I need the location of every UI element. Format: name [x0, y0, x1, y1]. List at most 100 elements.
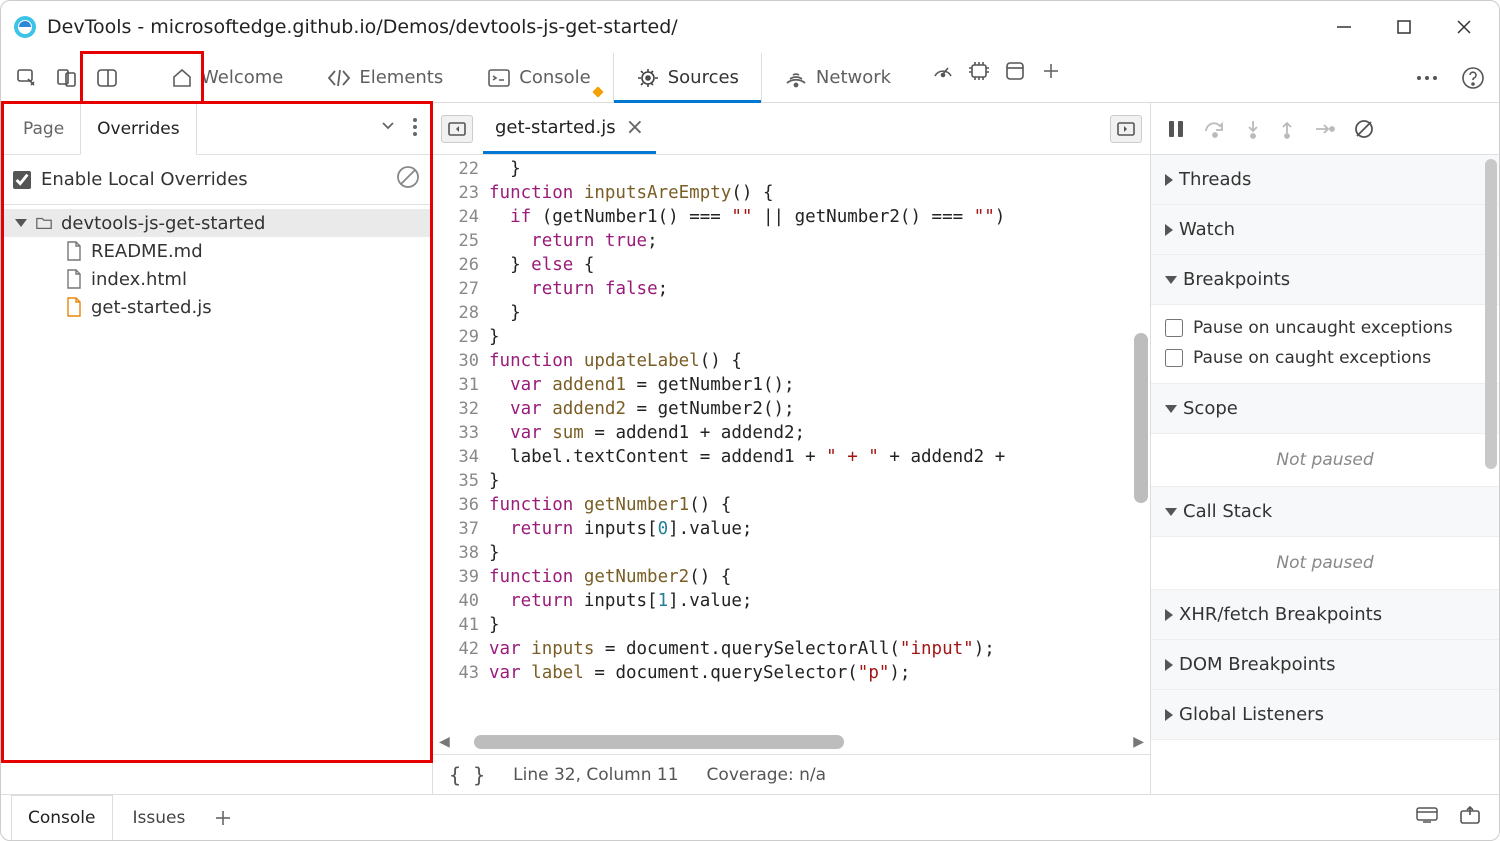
cursor-position: Line 32, Column 11 — [513, 765, 678, 785]
tree-file-index[interactable]: index.html — [1, 265, 432, 293]
tab-console[interactable]: Console — [465, 53, 612, 102]
tree-folder[interactable]: devtools-js-get-started — [1, 209, 432, 237]
step-out-icon[interactable] — [1279, 119, 1295, 139]
tab-elements-label: Elements — [359, 67, 443, 88]
debugger-toolbar — [1151, 103, 1499, 155]
section-threads[interactable]: Threads — [1151, 155, 1499, 205]
editor-tab-label: get-started.js — [495, 117, 616, 138]
tab-overrides[interactable]: Overrides — [80, 104, 196, 155]
section-xhr[interactable]: XHR/fetch Breakpoints — [1151, 590, 1499, 640]
device-toggle-icon[interactable] — [49, 60, 85, 96]
pause-caught-row[interactable]: Pause on caught exceptions — [1163, 343, 1487, 373]
application-icon[interactable] — [997, 53, 1033, 89]
deactivate-breakpoints-icon[interactable] — [1353, 118, 1375, 140]
editor-pane: get-started.js × 22 23 24 25 26 27 28 29… — [433, 103, 1151, 794]
folder-icon — [35, 212, 53, 234]
clear-overrides-icon[interactable] — [396, 165, 420, 194]
tree-file-readme[interactable]: README.md — [1, 237, 432, 265]
pretty-print-icon[interactable]: { } — [449, 763, 485, 787]
section-scope[interactable]: Scope — [1151, 384, 1499, 434]
toggle-navigator-icon[interactable] — [441, 115, 473, 143]
tab-console-label: Console — [519, 67, 590, 88]
navigator-sidebar: Page Overrides Enable Local Overrides de… — [1, 103, 433, 794]
debugger-scrollbar[interactable] — [1485, 159, 1497, 469]
line-gutter: 22 23 24 25 26 27 28 29 30 31 32 33 34 3… — [433, 155, 489, 730]
main-toolbar: Welcome Elements Console Sources Network — [1, 53, 1499, 103]
tab-network-label: Network — [816, 67, 891, 88]
caret-down-icon — [15, 219, 27, 227]
toggle-debugger-icon[interactable] — [1110, 115, 1142, 143]
step-over-icon[interactable] — [1203, 119, 1227, 139]
tab-sources[interactable]: Sources — [613, 53, 762, 102]
editor-tab-getstarted[interactable]: get-started.js × — [483, 103, 656, 154]
edge-devtools-icon — [13, 15, 37, 39]
coverage-status: Coverage: n/a — [707, 765, 827, 785]
vertical-scrollbar[interactable] — [1134, 165, 1148, 690]
add-drawer-tab-icon[interactable] — [205, 800, 241, 836]
section-watch[interactable]: Watch — [1151, 205, 1499, 255]
more-icon[interactable] — [1409, 60, 1445, 96]
workspace: Page Overrides Enable Local Overrides de… — [1, 103, 1499, 794]
performance-icon[interactable] — [925, 53, 961, 89]
section-callstack[interactable]: Call Stack — [1151, 487, 1499, 537]
file-label: index.html — [91, 269, 187, 290]
tab-sources-label: Sources — [668, 67, 739, 88]
scroll-left-icon[interactable]: ◀ — [439, 734, 450, 750]
maximize-button[interactable] — [1393, 16, 1415, 38]
warning-badge-icon — [592, 86, 603, 97]
debugger-sections: Threads Watch Breakpoints Pause on uncau… — [1151, 155, 1499, 794]
step-into-icon[interactable] — [1245, 119, 1261, 139]
pause-caught-checkbox[interactable] — [1165, 349, 1183, 367]
section-global-listeners[interactable]: Global Listeners — [1151, 690, 1499, 740]
help-icon[interactable] — [1455, 60, 1491, 96]
chevron-down-icon[interactable] — [380, 117, 396, 141]
issues-shortcut-icon[interactable] — [1415, 805, 1439, 830]
section-breakpoints[interactable]: Breakpoints — [1151, 255, 1499, 305]
titlebar: DevTools - microsoftedge.github.io/Demos… — [1, 1, 1499, 53]
inspect-icon[interactable] — [9, 60, 45, 96]
editor-tabbar: get-started.js × — [433, 103, 1150, 155]
drawer-tab-issues[interactable]: Issues — [117, 795, 202, 840]
folder-label: devtools-js-get-started — [61, 213, 265, 234]
toolbar-right — [1409, 60, 1491, 96]
section-dom-bp[interactable]: DOM Breakpoints — [1151, 640, 1499, 690]
pause-uncaught-row[interactable]: Pause on uncaught exceptions — [1163, 313, 1487, 343]
enable-overrides-checkbox[interactable] — [13, 171, 31, 189]
scroll-right-icon[interactable]: ▶ — [1133, 734, 1144, 750]
tab-network[interactable]: Network — [762, 53, 913, 102]
editor-statusbar: { } Line 32, Column 11 Coverage: n/a — [433, 754, 1150, 794]
step-icon[interactable] — [1313, 119, 1335, 139]
callstack-empty: Not paused — [1151, 537, 1499, 590]
memory-icon[interactable] — [961, 53, 997, 89]
expand-drawer-icon[interactable] — [1459, 805, 1481, 830]
close-button[interactable] — [1453, 16, 1475, 38]
file-js-icon — [65, 296, 83, 318]
pause-uncaught-checkbox[interactable] — [1165, 319, 1183, 337]
tree-file-getstarted[interactable]: get-started.js — [1, 293, 432, 321]
kebab-icon[interactable] — [412, 117, 418, 141]
enable-overrides-row: Enable Local Overrides — [1, 155, 432, 205]
tab-elements[interactable]: Elements — [305, 53, 465, 102]
pause-icon[interactable] — [1167, 119, 1185, 139]
close-tab-icon[interactable]: × — [626, 115, 644, 140]
tab-welcome[interactable]: Welcome — [149, 53, 305, 102]
file-tree: devtools-js-get-started README.md index.… — [1, 205, 432, 325]
window-controls — [1333, 16, 1487, 38]
dock-icon[interactable] — [89, 60, 125, 96]
tab-page[interactable]: Page — [7, 103, 80, 154]
code-area[interactable]: }function inputsAreEmpty() { if (getNumb… — [489, 155, 1150, 730]
sidebar-tabs: Page Overrides — [1, 103, 432, 155]
horizontal-scrollbar-row: ◀ ▶ — [433, 730, 1150, 754]
horizontal-scrollbar[interactable] — [454, 735, 1129, 749]
minimize-button[interactable] — [1333, 16, 1355, 38]
main-tabs: Welcome Elements Console Sources Network — [149, 53, 1069, 102]
tab-welcome-label: Welcome — [201, 67, 283, 88]
add-tab-icon[interactable] — [1033, 53, 1069, 89]
editor-body[interactable]: 22 23 24 25 26 27 28 29 30 31 32 33 34 3… — [433, 155, 1150, 730]
file-icon — [65, 268, 83, 290]
file-label: get-started.js — [91, 297, 212, 318]
file-icon — [65, 240, 83, 262]
window-title: DevTools - microsoftedge.github.io/Demos… — [47, 16, 1323, 38]
drawer-tab-console[interactable]: Console — [11, 795, 113, 840]
file-label: README.md — [91, 241, 203, 262]
